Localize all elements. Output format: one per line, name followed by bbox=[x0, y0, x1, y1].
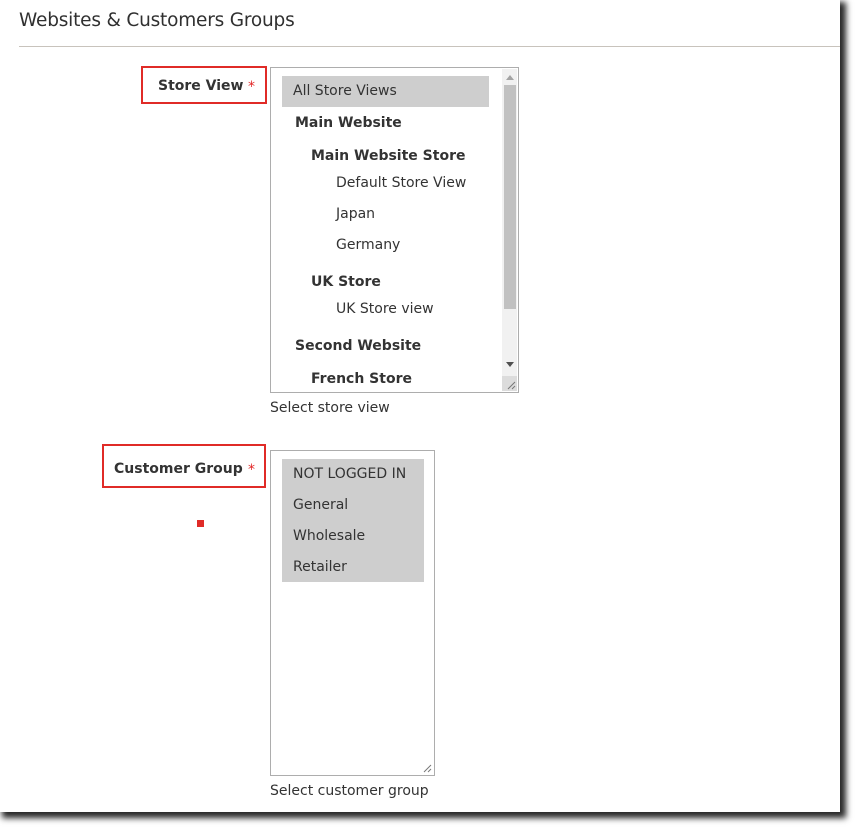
customer-group-label-highlight: Customer Group * bbox=[102, 444, 266, 488]
resize-grip-icon[interactable] bbox=[422, 763, 432, 773]
scroll-down-arrow-icon[interactable] bbox=[506, 362, 514, 367]
annotation-marker bbox=[197, 520, 204, 527]
store-view-helper-text: Select store view bbox=[270, 400, 390, 416]
store-group-french-store: French Store bbox=[311, 371, 412, 387]
store-group-uk-store: UK Store bbox=[311, 274, 381, 290]
section-divider bbox=[19, 46, 840, 47]
required-star-icon: * bbox=[248, 462, 255, 478]
customer-group-multiselect[interactable]: NOT LOGGED IN General Wholesale Retailer bbox=[270, 450, 435, 776]
store-group-main-website-store: Main Website Store bbox=[311, 148, 466, 164]
resize-grip-icon[interactable] bbox=[506, 380, 516, 390]
scroll-up-arrow-icon[interactable] bbox=[506, 75, 514, 80]
store-option-uk-store-view[interactable]: UK Store view bbox=[336, 294, 434, 324]
customer-option-retailer[interactable]: Retailer bbox=[293, 559, 347, 575]
customer-group-label: Customer Group bbox=[114, 461, 243, 477]
store-view-multiselect[interactable]: All Store Views Main Website Main Websit… bbox=[270, 67, 519, 393]
store-option-all-store-views[interactable]: All Store Views bbox=[282, 76, 489, 107]
store-group-second-website: Second Website bbox=[295, 338, 422, 354]
required-star-icon: * bbox=[248, 79, 255, 95]
store-option-germany[interactable]: Germany bbox=[336, 230, 400, 260]
customer-option-general[interactable]: General bbox=[293, 497, 348, 513]
store-view-scrollbar[interactable] bbox=[502, 69, 517, 391]
store-view-label: Store View bbox=[158, 78, 244, 94]
page-panel: Websites & Customers Groups Store View *… bbox=[0, 0, 840, 812]
scrollbar-thumb[interactable] bbox=[504, 85, 516, 309]
customer-option-wholesale[interactable]: Wholesale bbox=[293, 528, 365, 544]
store-option-japan[interactable]: Japan bbox=[336, 199, 375, 229]
store-group-main-website: Main Website bbox=[295, 115, 402, 131]
customer-group-helper-text: Select customer group bbox=[270, 783, 429, 799]
section-title: Websites & Customers Groups bbox=[19, 10, 295, 31]
customer-option-not-logged-in[interactable]: NOT LOGGED IN bbox=[293, 466, 406, 482]
store-view-label-highlight: Store View * bbox=[141, 66, 267, 104]
store-option-default-store-view[interactable]: Default Store View bbox=[336, 168, 466, 198]
